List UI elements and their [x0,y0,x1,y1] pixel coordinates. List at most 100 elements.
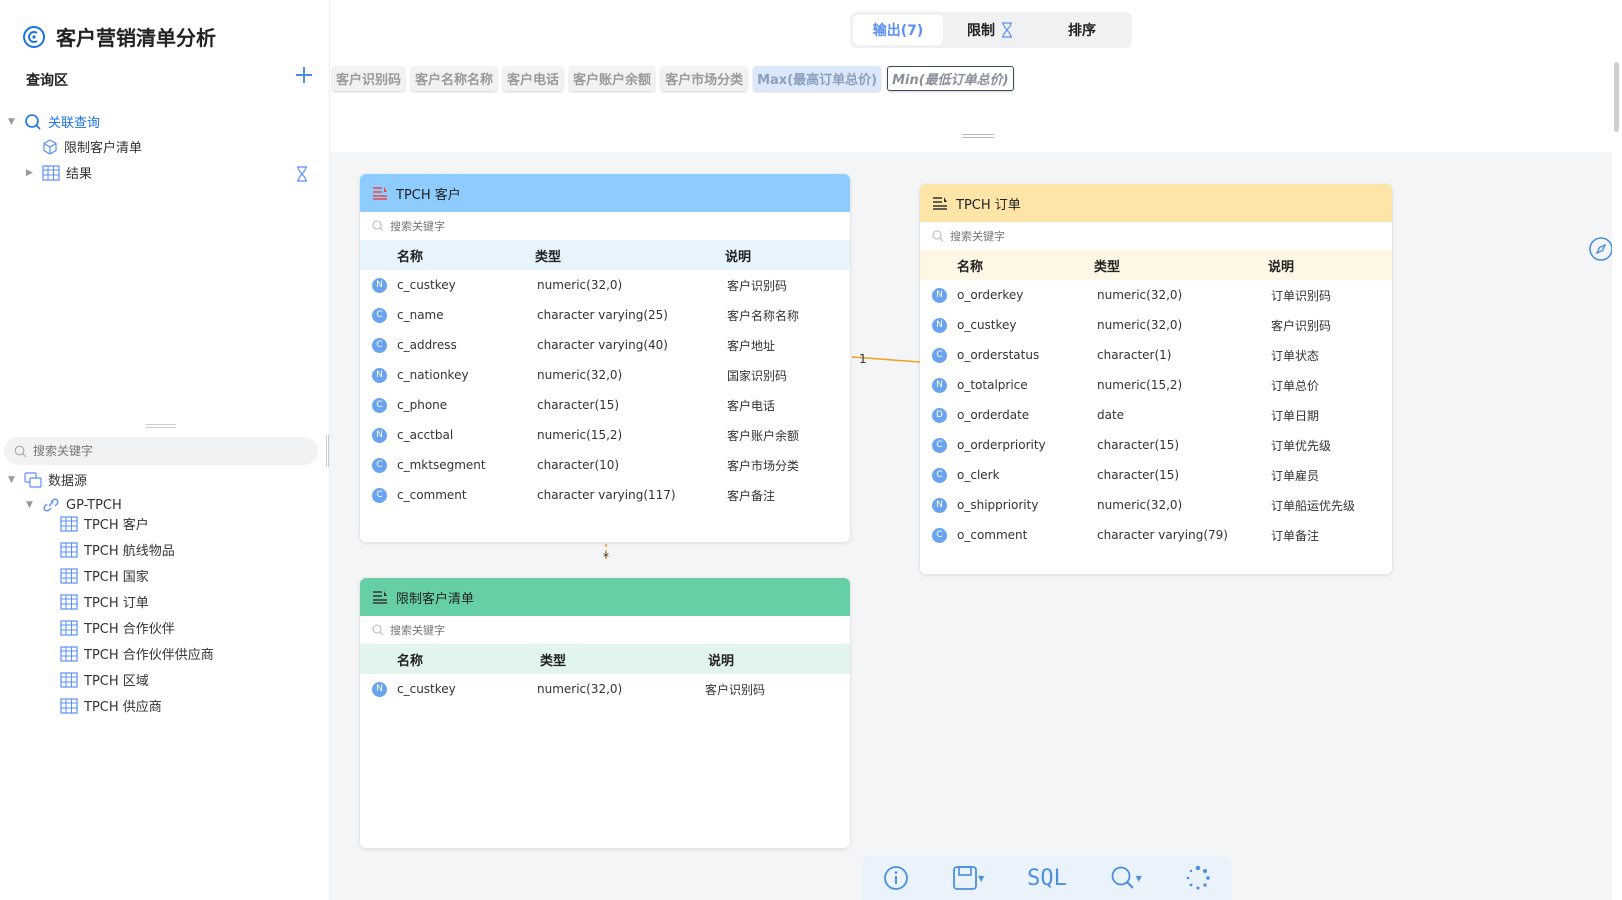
info-button[interactable] [883,865,909,891]
datasource-table-item[interactable]: TPCH 航线物品 [60,540,175,559]
field-name: c_custkey [397,278,456,292]
output-field-chip[interactable]: 客户电话 [503,66,564,91]
datasource-table-item[interactable]: TPCH 合作伙伴供应商 [60,644,214,663]
field-type: numeric(15,2) [537,428,623,442]
datasource-table-item[interactable]: TPCH 合作伙伴 [60,618,175,637]
field-desc: 订单状态 [1271,348,1320,363]
field-type: character(15) [1097,438,1180,452]
field-row[interactable]: Nc_custkey numeric(32,0) 客户识别码 [360,270,850,300]
field-name: c_custkey [397,682,456,696]
field-row[interactable]: No_totalprice numeric(15,2) 订单总价 [920,370,1392,400]
field-name: o_comment [957,528,1028,542]
output-field-chip[interactable]: Min(最低订单总价) [887,66,1014,91]
card-header[interactable]: TPCH 客户 [360,174,850,212]
card-search-input[interactable] [390,623,690,637]
field-name: o_orderdate [957,408,1030,422]
tab-output[interactable]: 输出(7) [853,15,943,45]
table-card-restricted[interactable]: 限制客户清单 名称 类型 说明 Nc_custkey numeric(32,0) 客… [360,578,850,848]
field-row[interactable]: Co_comment character varying(79) 订单备注 [920,520,1392,550]
output-field-chip[interactable]: 客户账户余额 [569,66,656,91]
datasource-table-item[interactable]: TPCH 国家 [60,566,149,585]
field-row[interactable]: Do_orderdate date 订单日期 [920,400,1392,430]
diagram-canvas[interactable]: 1 1 1 * TPCH 客户 名称 类型 说明 Nc_custkeynumer… [330,152,1612,900]
field-desc: 订单优先级 [1271,438,1332,453]
datasource-search[interactable] [4,437,318,465]
output-field-chip[interactable]: Max(最高订单总价) [753,66,882,91]
output-field-chip[interactable]: 客户市场分类 [661,66,748,91]
field-type: character(15) [1097,468,1180,482]
field-desc: 客户识别码 [727,278,788,293]
field-type: numeric(32,0) [1097,288,1183,302]
vertical-scrollbar[interactable] [1612,0,1622,900]
header-name: 名称 [957,259,984,275]
tree-item-datasource[interactable]: ▼ 数据源 [8,470,87,489]
save-button[interactable]: ▼ [952,865,984,891]
table-item-label: TPCH 区域 [84,674,149,689]
vertical-splitter[interactable] [326,435,329,467]
field-row[interactable]: Co_clerk character(15) 订单雇员 [920,460,1392,490]
table-item-label: TPCH 合作伙伴 [84,622,175,637]
field-row[interactable]: Nc_custkey numeric(32,0) 客户识别码 [360,674,850,704]
chevron-down-icon[interactable]: ▼ [8,117,18,127]
chevron-right-icon[interactable]: ▶ [26,168,36,178]
canvas-splitter[interactable] [962,134,994,138]
card-search[interactable] [360,616,850,644]
card-search-input[interactable] [950,229,1250,243]
field-row[interactable]: Co_orderpriority character(15) 订单优先级 [920,430,1392,460]
datasource-icon [24,471,42,488]
field-row[interactable]: Cc_comment character varying(117) 客户备注 [360,480,850,510]
field-row[interactable]: Nc_nationkey numeric(32,0) 国家识别码 [360,360,850,390]
table-item-label: TPCH 航线物品 [84,544,175,559]
field-desc: 订单备注 [1271,528,1320,543]
datasource-search-input[interactable] [33,444,293,458]
card-search[interactable] [360,212,850,240]
output-field-chip[interactable]: 客户识别码 [332,66,406,91]
table-card-customer[interactable]: TPCH 客户 名称 类型 说明 Nc_custkey numeric(32,0)… [360,174,850,542]
field-row[interactable]: Cc_name character varying(25) 客户名称名称 [360,300,850,330]
field-desc: 订单日期 [1271,408,1320,423]
card-header[interactable]: TPCH 订单 [920,184,1392,222]
field-type-badge: N [932,377,947,393]
chevron-down-icon[interactable]: ▼ [26,500,36,510]
search-icon [372,220,384,232]
table-item-label: TPCH 客户 [84,518,149,533]
add-query-button[interactable] [293,64,315,86]
panel-splitter[interactable] [146,424,176,428]
tree-item-join-query[interactable]: ▼ 关联查询 [8,112,100,131]
field-row[interactable]: Co_orderstatus character(1) 订单状态 [920,340,1392,370]
field-row[interactable]: Nc_acctbal numeric(15,2) 客户账户余额 [360,420,850,450]
tab-limit[interactable]: 限制 [947,15,1033,45]
datasource-table-item[interactable]: TPCH 区域 [60,670,149,689]
field-row[interactable]: No_shippriority numeric(32,0) 订单船运优先级 [920,490,1392,520]
compass-icon[interactable] [1588,236,1614,262]
tab-sort[interactable]: 排序 [1037,15,1127,45]
field-row[interactable]: No_orderkey numeric(32,0) 订单识别码 [920,280,1392,310]
tree-item-result[interactable]: ▶ 结果 [26,163,92,182]
card-search-input[interactable] [390,219,690,233]
field-row[interactable]: No_custkey numeric(32,0) 客户识别码 [920,310,1392,340]
sql-button[interactable]: SQL [1027,866,1067,891]
tree-item-restricted-list[interactable]: 限制客户清单 [42,137,142,156]
loading-button[interactable] [1185,865,1211,891]
datasource-table-item[interactable]: TPCH 客户 [60,514,149,533]
field-row[interactable]: Cc_mktsegment character(10) 客户市场分类 [360,450,850,480]
table-icon [42,164,60,181]
join-cardinality-left: 1 [859,352,867,366]
card-header[interactable]: 限制客户清单 [360,578,850,616]
column-header: 名称 类型 说明 [920,250,1392,280]
field-type: character varying(79) [1097,528,1228,542]
top-tab-bar: 输出(7) 限制 排序 [850,12,1132,48]
output-field-chip[interactable]: 客户名称名称 [411,66,498,91]
table-card-orders[interactable]: TPCH 订单 名称 类型 说明 No_orderkey numeric(32,0… [920,184,1392,574]
field-row[interactable]: Cc_phone character(15) 客户电话 [360,390,850,420]
tree-item-connection[interactable]: ▼ GP-TPCH [26,497,122,513]
datasource-table-item[interactable]: TPCH 供应商 [60,696,162,715]
header-type: 类型 [540,653,567,669]
card-search[interactable] [920,222,1392,250]
datasource-table-item[interactable]: TPCH 订单 [60,592,149,611]
search-tool-button[interactable]: ▼ [1110,865,1142,891]
field-row[interactable]: Cc_address character varying(40) 客户地址 [360,330,850,360]
scrollbar-thumb[interactable] [1614,62,1619,132]
chevron-down-icon[interactable]: ▼ [8,475,18,485]
field-type: numeric(32,0) [1097,318,1183,332]
